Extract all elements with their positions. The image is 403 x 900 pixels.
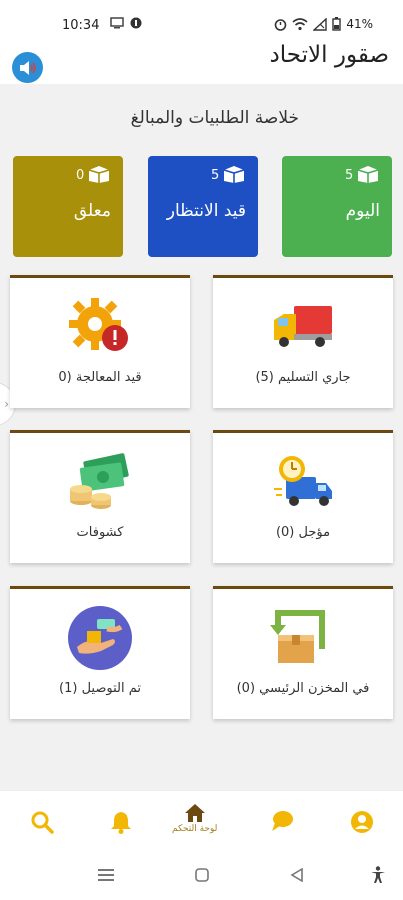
summary-title: خلاصة الطلبيات والمبالغ: [130, 108, 299, 128]
delayed-delivery-icon: [274, 456, 332, 506]
money-icon: [70, 453, 129, 509]
box-icon: [223, 166, 245, 183]
tile-processing[interactable]: قيد المعالجة (0: [10, 275, 190, 408]
menu-lines-icon: [98, 869, 114, 881]
tile-delivered[interactable]: تم التوصيل (1): [10, 586, 190, 719]
alarm-icon: [275, 18, 287, 31]
tile-postponed[interactable]: مؤجل (0): [213, 430, 393, 563]
status-icons-right: 41%: [274, 17, 373, 31]
status-bar: 10:34 41%: [0, 0, 403, 42]
stat-count: 5: [345, 168, 354, 183]
wifi-icon: [292, 17, 308, 30]
app-header: صقور الاتحاد: [0, 42, 403, 84]
tile-statements[interactable]: كشوفات: [10, 430, 190, 563]
home-button[interactable]: [195, 866, 209, 887]
stat-card-pending[interactable]: 5 قيد الانتظار: [148, 156, 258, 257]
search-icon: [31, 811, 54, 834]
tile-label: تم التوصيل (1): [59, 681, 141, 696]
stat-count: 5: [211, 168, 220, 183]
back-triangle-icon: [290, 867, 303, 883]
data-saver-icon: [130, 17, 142, 29]
app-title: صقور الاتحاد: [269, 42, 389, 68]
stat-label: معلق: [73, 201, 111, 221]
nav-dashboard-label: لوحة التحكم: [172, 824, 218, 834]
status-icons-left: [110, 17, 142, 29]
sound-button[interactable]: [12, 52, 43, 83]
home-icon: [184, 804, 205, 822]
user-icon: [351, 811, 373, 833]
box-icon: [357, 166, 379, 183]
main-content: خلاصة الطلبيات والمبالغ 5 اليوم 5 قيد ال…: [0, 84, 403, 790]
bell-icon: [111, 812, 131, 834]
battery-percent: 41%: [346, 17, 373, 31]
stat-count: 0: [76, 168, 85, 183]
recent-apps-button[interactable]: [98, 866, 114, 887]
tile-label: كشوفات: [76, 525, 124, 540]
tile-main-warehouse[interactable]: في المخزن الرئيسي (0): [213, 586, 393, 719]
stat-label: اليوم: [345, 201, 380, 221]
tile-in-delivery[interactable]: جاري التسليم (5): [213, 275, 393, 408]
handover-icon: [68, 606, 132, 670]
stat-label: قيد الانتظار: [166, 201, 246, 221]
status-time: 10:34: [62, 18, 100, 33]
accessibility-icon: [371, 866, 385, 883]
tile-label: مؤجل (0): [275, 525, 331, 540]
truck-icon: [274, 306, 332, 347]
system-nav-bar: [0, 852, 403, 900]
bottom-nav: لوحة التحكم: [0, 790, 403, 852]
tile-label: قيد المعالجة (0: [58, 370, 142, 385]
nav-profile[interactable]: [350, 810, 374, 834]
no-signal-icon: [313, 17, 328, 31]
nav-chat[interactable]: [270, 810, 294, 832]
screen-cast-icon: [110, 17, 124, 29]
tile-label: جاري التسليم (5): [255, 370, 351, 385]
gear-alert-icon: [69, 298, 128, 351]
back-button[interactable]: [290, 866, 304, 887]
chat-icon: [272, 811, 293, 831]
stat-card-today[interactable]: 5 اليوم: [282, 156, 392, 257]
warehouse-return-icon: [270, 610, 325, 663]
accessibility-button[interactable]: [370, 866, 386, 889]
nav-search[interactable]: [30, 810, 54, 834]
stat-card-suspended[interactable]: 0 معلق: [13, 156, 123, 257]
nav-dashboard[interactable]: لوحة التحكم: [172, 803, 217, 834]
square-icon: [195, 868, 209, 882]
battery-icon: [332, 17, 342, 31]
tile-label: في المخزن الرئيسي (0): [236, 681, 370, 696]
box-icon: [88, 166, 110, 183]
speaker-icon: [19, 60, 36, 75]
nav-notifications[interactable]: [110, 810, 132, 834]
